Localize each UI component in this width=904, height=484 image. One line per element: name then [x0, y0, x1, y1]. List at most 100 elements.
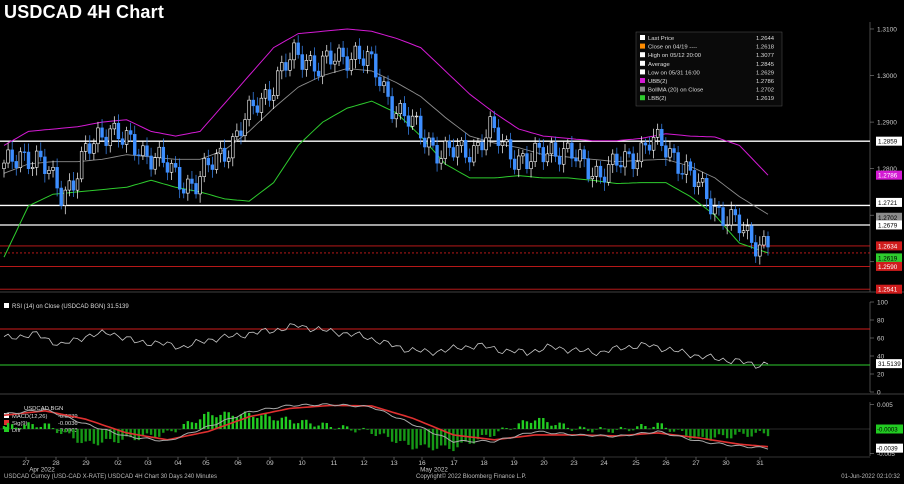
candle-body: [18, 151, 23, 168]
x-tick-label: 02: [114, 460, 122, 467]
macd-hist-bar: [603, 428, 606, 430]
legend-value: 1.3077: [756, 53, 774, 59]
macd-hist-bar: [456, 429, 459, 448]
candle-body: [668, 148, 672, 158]
legend-value: 1.2845: [756, 62, 775, 68]
candle-body: [280, 62, 284, 72]
macd-hist-bar: [562, 423, 565, 429]
macd-hist-bar: [51, 428, 55, 429]
candle-body: [451, 147, 456, 158]
macd-hist-bar: [215, 417, 218, 429]
candle-body: [267, 89, 272, 101]
macd-hist-bar: [178, 429, 181, 430]
macd-hist-bar: [333, 429, 337, 430]
candle-body: [541, 147, 545, 163]
macd-hist-bar: [415, 429, 418, 449]
candle-body: [521, 153, 525, 157]
macd-hist-bar: [386, 429, 390, 437]
x-tick-label: 30: [722, 460, 730, 467]
x-tick-label: 10: [298, 460, 306, 467]
candle-body: [271, 95, 276, 101]
legend-label: LBB(2): [648, 96, 666, 102]
candle-body: [84, 143, 88, 152]
candle-body: [218, 147, 223, 155]
candle-body: [165, 162, 170, 173]
candle-body: [700, 178, 705, 183]
candle-body: [533, 142, 537, 162]
price-tag-label: 1.2590: [878, 264, 898, 271]
macd-hist-bar: [623, 428, 627, 429]
macd-hist-bar: [734, 429, 737, 435]
rsi-label: RSI (14) on Close (USDCAD BGN) 31.5139: [12, 304, 129, 310]
macd-hist-bar: [76, 429, 79, 443]
macd-hist-bar: [538, 417, 541, 429]
macd-hist-bar: [497, 429, 500, 432]
candle-body: [133, 134, 137, 156]
candle-body: [333, 60, 337, 65]
rsi-tick-label: 100: [877, 300, 888, 307]
candle-body: [696, 181, 701, 187]
candle-body: [553, 142, 558, 157]
macd-hist-bar: [284, 416, 288, 429]
candle-body: [92, 143, 96, 154]
macd-hist-bar: [411, 429, 414, 450]
macd-hist-bar: [190, 422, 194, 429]
macd-hist-bar: [162, 429, 165, 433]
candle-body: [562, 148, 566, 165]
candle-body: [651, 137, 656, 151]
macd-hist-bar: [374, 429, 377, 437]
candle-body: [508, 139, 513, 160]
macd-hist-bar: [247, 412, 251, 429]
macd-hist-bar: [96, 429, 100, 446]
candle-body: [10, 149, 14, 162]
x-month-label: Apr 2022: [29, 467, 55, 474]
candle-body: [47, 170, 51, 174]
legend-label: High on 05/12 20:00: [648, 53, 702, 59]
macd-hist-bar: [276, 420, 279, 429]
candle-body: [112, 122, 117, 130]
candle-body: [455, 145, 460, 158]
macd-hist-bar: [566, 427, 570, 429]
macd-hist-bar: [362, 427, 365, 429]
candle-body: [276, 70, 280, 96]
macd-hist-bar: [313, 426, 316, 429]
candle-body: [402, 103, 407, 117]
candle-body: [194, 183, 198, 195]
macd-hist-bar: [640, 424, 643, 429]
x-tick-label: 20: [540, 460, 548, 467]
x-tick-label: 19: [510, 460, 518, 467]
macd-hist-bar: [668, 429, 672, 432]
candle-body: [108, 128, 112, 146]
macd-hist-bar: [366, 429, 369, 430]
x-tick-label: 06: [234, 460, 242, 467]
candle-body: [639, 142, 644, 162]
macd-hist-bar: [730, 429, 733, 439]
macd-hist-bar: [431, 429, 435, 451]
candle-body: [766, 236, 770, 248]
candle-body: [284, 62, 288, 71]
candle-body: [145, 145, 149, 157]
legend-swatch: [640, 95, 645, 101]
macd-hist-bar: [113, 429, 116, 443]
candle-body: [676, 152, 680, 174]
candle-body: [345, 56, 349, 71]
macd-hist-bar: [194, 422, 198, 429]
macd-hist-bar: [754, 429, 757, 433]
candle-body: [316, 70, 321, 77]
usdcad-chart[interactable]: 1.31001.30001.29001.28001.27001.26001.28…: [0, 0, 904, 474]
macd-hist-bar: [599, 427, 602, 429]
candle-body: [529, 161, 533, 170]
macd-hist-bar: [435, 429, 439, 449]
macd-hist-bar: [39, 426, 42, 429]
macd-hist-bar: [713, 429, 717, 438]
candle-body: [198, 176, 202, 195]
macd-hist-bar: [260, 415, 263, 429]
macd-hist-bar: [403, 429, 406, 441]
candle-body: [741, 230, 746, 234]
x-tick-label: 18: [480, 460, 488, 467]
candle-body: [680, 173, 684, 175]
candle-body: [116, 122, 121, 140]
candle-body: [227, 157, 231, 162]
macd-hist-bar: [636, 426, 639, 429]
legend-value: 1.2619: [756, 96, 774, 102]
